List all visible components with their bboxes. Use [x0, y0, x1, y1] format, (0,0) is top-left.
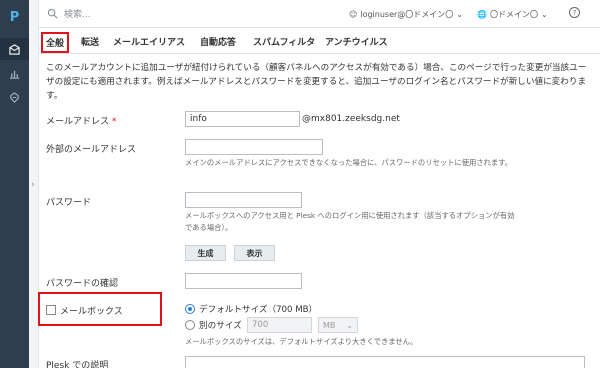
custom-size-radio[interactable] — [185, 320, 195, 330]
tab-spam-filter[interactable]: スパムフィルタ — [253, 35, 315, 48]
required-marker: * — [111, 117, 117, 127]
users-nav-icon[interactable] — [0, 86, 29, 108]
mailbox-checkbox[interactable] — [46, 305, 56, 315]
search-box[interactable]: 検索... — [47, 7, 91, 20]
tab-general[interactable]: 全般 — [41, 32, 70, 53]
chevron-right-icon[interactable]: › — [31, 180, 35, 190]
custom-size-label[interactable]: 別のサイズ — [199, 319, 242, 331]
chevron-down-icon: ⌄ — [456, 10, 463, 19]
top-bar: 検索... ☺ loginuser@〇ドメイン〇 ⌄ 🌐 〇ドメイン〇 ⌄ ? — [39, 0, 600, 28]
intro-text: このメールアカウントに追加ユーザが紐付けられている（顧客パネルへのアクセスが有効… — [46, 63, 587, 101]
confirm-password-field[interactable] — [185, 273, 302, 289]
user-name: loginuser@〇ドメイン〇 — [360, 10, 454, 19]
chevron-down-icon: ⌄ — [540, 10, 548, 19]
password-label: パスワード — [46, 198, 92, 208]
custom-size-input[interactable]: 700 — [247, 317, 312, 333]
external-email-label: 外部のメールアドレス — [46, 145, 137, 155]
tab-auto-reply[interactable]: 自動応答 — [200, 35, 236, 48]
size-unit-select[interactable]: MB ⌄ — [318, 317, 358, 333]
left-sidebar: P — [0, 0, 29, 368]
show-password-button[interactable]: 表示 — [234, 245, 275, 261]
tab-antivirus[interactable]: アンチウイルス — [325, 35, 388, 48]
password-hint: メールボックスへのアクセス用と Plesk へのログイン用に使用されます（該当す… — [185, 211, 515, 232]
default-size-radio[interactable] — [185, 304, 195, 314]
email-field[interactable]: info — [185, 111, 300, 127]
chevron-down-icon: ⌄ — [346, 320, 353, 330]
search-icon — [47, 8, 58, 19]
globe-icon: 🌐 — [477, 10, 487, 19]
tab-forwarding[interactable]: 転送 — [81, 35, 99, 48]
confirm-password-label: パスワードの確認 — [46, 279, 119, 289]
domain-menu[interactable]: 🌐 〇ドメイン〇 ⌄ — [477, 9, 548, 20]
tab-bar: 全般 転送 メールエイリアス 自動応答 スパムフィルタ アンチウイルス — [39, 30, 600, 54]
password-field[interactable] — [185, 192, 302, 208]
description-field[interactable] — [185, 356, 585, 368]
external-email-field[interactable] — [185, 139, 323, 155]
description-label: Plesk での説明 — [46, 361, 109, 368]
email-label: メールアドレス * — [46, 117, 117, 127]
email-domain-suffix: @mx801.zeeksdg.net — [302, 114, 400, 124]
mail-nav-icon[interactable] — [0, 38, 29, 60]
external-email-hint: メインのメールアドレスにアクセスできなくなった場合に、パスワードのリセットに使用… — [185, 158, 513, 167]
search-input[interactable]: 検索... — [64, 7, 91, 20]
user-menu[interactable]: ☺ loginuser@〇ドメイン〇 ⌄ — [349, 9, 463, 20]
size-unit-value: MB — [323, 320, 336, 330]
tab-mail-aliases[interactable]: メールエイリアス — [113, 35, 185, 48]
domain-name: 〇ドメイン〇 — [489, 10, 538, 19]
user-icon: ☺ — [349, 10, 358, 19]
mailbox-label[interactable]: メールボックス — [60, 304, 123, 317]
default-size-label[interactable]: デフォルトサイズ（700 MB） — [199, 303, 317, 315]
generate-button[interactable]: 生成 — [185, 245, 226, 261]
help-icon[interactable]: ? — [569, 7, 580, 18]
plesk-logo[interactable]: P — [0, 0, 29, 34]
mailbox-size-hint: メールボックスのサイズは、デフォルトサイズより大きくできません。 — [185, 337, 418, 346]
statistics-nav-icon[interactable] — [0, 62, 29, 84]
